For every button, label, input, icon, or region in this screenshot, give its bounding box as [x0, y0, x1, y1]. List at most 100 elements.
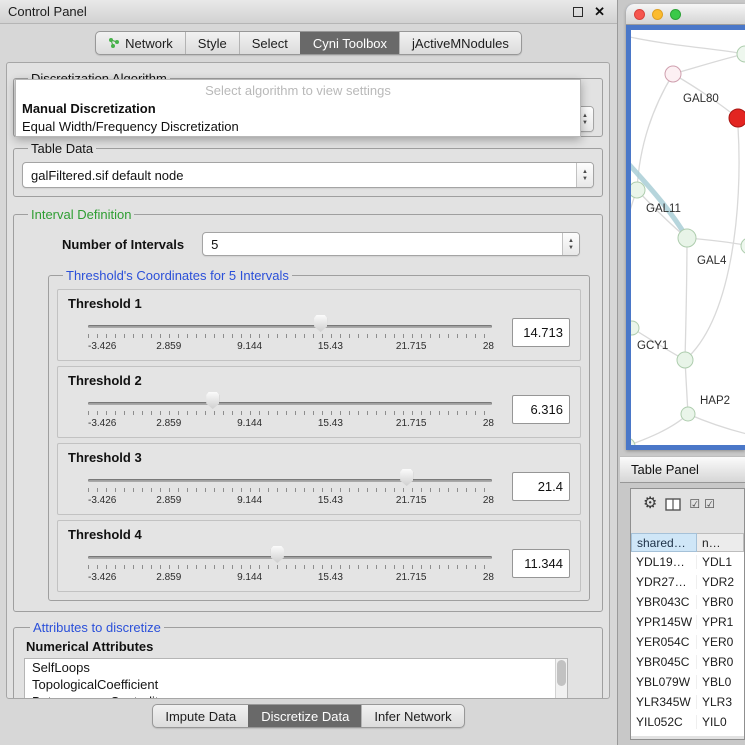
tab-label: Cyni Toolbox	[313, 36, 387, 51]
table-row[interactable]: YBR045C YBR0	[631, 652, 744, 672]
scale-label: 21.715	[396, 572, 427, 583]
tab-impute-data[interactable]: Impute Data	[153, 705, 248, 727]
threshold-slider[interactable]: -3.426 2.859 9.144 15.43 21.715 28	[88, 466, 492, 512]
network-canvas[interactable]: GAL80 GAL11 GAL4 GCY1 HAP2	[631, 30, 745, 445]
tab-infer-network[interactable]: Infer Network	[361, 705, 463, 727]
combobox-stepper-icon[interactable]: ▲ ▼	[576, 163, 593, 187]
select-all-checkbox-icon[interactable]: ☑	[689, 498, 700, 510]
table-header-row: shared… n…	[631, 533, 744, 552]
close-icon[interactable]: ✕	[594, 7, 605, 17]
settings-gear-icon[interactable]: ⚙	[643, 496, 657, 512]
slider-track[interactable]	[88, 556, 492, 559]
network-view-window: GAL80 GAL11 GAL4 GCY1 HAP2	[626, 4, 745, 450]
table-row[interactable]: YPR145W YPR1	[631, 612, 744, 632]
threshold-value-field[interactable]	[512, 472, 570, 501]
table-row[interactable]: YER054C YER0	[631, 632, 744, 652]
table-row[interactable]: YDL19… YDL1	[631, 552, 744, 572]
scale-label: 28	[483, 341, 494, 352]
table-row[interactable]: YBR043C YBR0	[631, 592, 744, 612]
slider-track[interactable]	[88, 325, 492, 328]
threshold-value-field[interactable]	[512, 549, 570, 578]
slider-thumb-icon[interactable]	[400, 469, 413, 486]
network-nodes	[631, 46, 745, 445]
scale-label: 9.144	[237, 495, 262, 506]
minimize-traffic-light-icon[interactable]	[652, 9, 663, 20]
slider-thumb-icon[interactable]	[314, 315, 327, 332]
slider-thumb-icon[interactable]	[206, 392, 219, 409]
threshold-row: Threshold 3 -3.426 2.859 9.144	[57, 443, 581, 515]
tab-style[interactable]: Style	[185, 32, 239, 54]
scale-label: 15.43	[318, 572, 343, 583]
threshold-slider[interactable]: -3.426 2.859 9.144 15.43 21.715 28	[88, 543, 492, 589]
column-header-shared-name[interactable]: shared…	[631, 533, 697, 552]
scale-label: 9.144	[237, 572, 262, 583]
tab-select[interactable]: Select	[239, 32, 300, 54]
tab-discretize-data[interactable]: Discretize Data	[248, 705, 361, 727]
columns-icon[interactable]	[665, 498, 681, 511]
network-node[interactable]	[681, 407, 695, 421]
network-node[interactable]	[737, 46, 745, 62]
network-node[interactable]	[631, 321, 639, 335]
list-scrollbar-thumb[interactable]	[557, 660, 566, 686]
table-panel-header[interactable]: Table Panel	[620, 456, 745, 483]
number-of-intervals-label: Number of Intervals	[62, 237, 184, 252]
list-scrollbar[interactable]	[555, 659, 567, 699]
slider-ticks	[88, 565, 492, 569]
group-title: Threshold's Coordinates for 5 Intervals	[63, 268, 292, 283]
close-traffic-light-icon[interactable]	[634, 9, 645, 20]
slider-scale: -3.426 2.859 9.144 15.43 21.715 28	[88, 418, 492, 431]
network-node[interactable]	[631, 182, 645, 198]
cell-shared-name: YDL19…	[631, 555, 697, 569]
selected-network-node[interactable]	[729, 109, 745, 127]
tab-jactivemnodules[interactable]: jActiveMNodules	[399, 32, 521, 54]
num-intervals-combobox[interactable]: 5 ▲ ▼	[202, 232, 580, 256]
table-row[interactable]: YBL079W YBL0	[631, 672, 744, 692]
zoom-traffic-light-icon[interactable]	[670, 9, 681, 20]
network-node[interactable]	[678, 229, 696, 247]
threshold-slider[interactable]: -3.426 2.859 9.144 15.43 21.715 28	[88, 389, 492, 435]
dropdown-option-manual-discretization[interactable]: Manual Discretization	[20, 100, 576, 118]
column-header-name[interactable]: n…	[697, 533, 744, 552]
combobox-value: 5	[203, 233, 562, 255]
threshold-slider[interactable]: -3.426 2.859 9.144 15.43 21.715 28	[88, 312, 492, 358]
table-row[interactable]: YIL052C YIL0	[631, 712, 744, 732]
network-node[interactable]	[665, 66, 681, 82]
table-row[interactable]: YLR345W YLR3	[631, 692, 744, 712]
network-node[interactable]	[741, 238, 745, 254]
list-item[interactable]: SelfLoops	[25, 659, 567, 676]
cell-name: YLR3	[697, 695, 744, 709]
scale-label: 15.43	[318, 341, 343, 352]
table-row[interactable]: YDR27… YDR2	[631, 572, 744, 592]
tab-label: Select	[252, 36, 288, 51]
network-node[interactable]	[677, 352, 693, 368]
tab-network[interactable]: Network	[96, 32, 185, 54]
numerical-attributes-list: SelfLoops TopologicalCoefficient Between…	[24, 658, 568, 699]
tab-label: Impute Data	[165, 709, 236, 724]
slider-thumb-icon[interactable]	[271, 546, 284, 563]
slider-ticks	[88, 488, 492, 492]
list-item[interactable]: TopologicalCoefficient	[25, 676, 567, 693]
float-window-icon[interactable]	[573, 7, 583, 17]
threshold-label: Threshold 1	[68, 296, 572, 311]
tab-label: Discretize Data	[261, 709, 349, 724]
threshold-value-field[interactable]	[512, 318, 570, 347]
network-node[interactable]	[631, 438, 635, 445]
combobox-stepper-icon[interactable]: ▲ ▼	[562, 233, 579, 255]
slider-track[interactable]	[88, 479, 492, 482]
threshold-label: Threshold 3	[68, 450, 572, 465]
select-columns-checkbox-icon[interactable]: ☑	[704, 498, 715, 510]
slider-track[interactable]	[88, 402, 492, 405]
down-arrow-icon: ▼	[568, 245, 574, 251]
tab-cyni-toolbox[interactable]: Cyni Toolbox	[300, 32, 399, 54]
dropdown-option-equal-width-frequency[interactable]: Equal Width/Frequency Discretization	[20, 118, 576, 136]
control-panel-titlebar[interactable]: Control Panel ✕	[0, 0, 617, 24]
down-arrow-icon: ▼	[582, 120, 588, 126]
list-item[interactable]: BetweennessCentrality	[25, 693, 567, 699]
algorithm-dropdown-popup: Select algorithm to view settings Manual…	[15, 79, 581, 137]
cell-name: YBR0	[697, 655, 744, 669]
scale-label: 28	[483, 572, 494, 583]
network-window-titlebar[interactable]	[626, 4, 745, 25]
threshold-value-field[interactable]	[512, 395, 570, 424]
threshold-row: Threshold 4 -3.426 2.859 9.144	[57, 520, 581, 592]
table-data-combobox[interactable]: galFiltered.sif default node ▲ ▼	[22, 162, 594, 188]
